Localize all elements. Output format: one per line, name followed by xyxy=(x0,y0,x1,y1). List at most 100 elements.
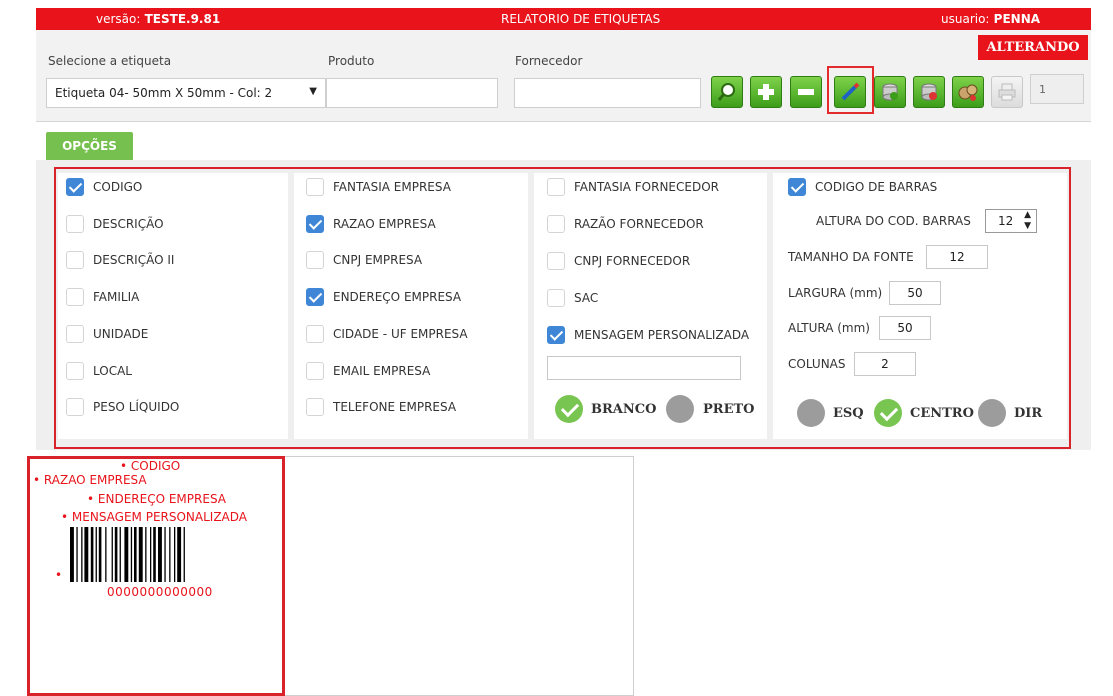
barcode-bar xyxy=(169,527,171,582)
barcode-height-label: ALTURA DO COD. BARRAS xyxy=(816,214,971,228)
custom-message-input[interactable] xyxy=(547,356,741,380)
barcode-bar xyxy=(124,527,129,582)
add-button[interactable] xyxy=(750,76,782,108)
checkbox-label: CNPJ FORNECEDOR xyxy=(574,254,691,268)
height-input[interactable]: 50 xyxy=(879,316,931,340)
checkbox-column1-3[interactable] xyxy=(66,288,84,306)
checkbox-label: EMAIL EMPRESA xyxy=(333,364,431,378)
barcode-height-stepper[interactable]: 12 ▲ ▼ xyxy=(985,209,1037,233)
checkbox-column2-3[interactable] xyxy=(306,288,324,306)
barcode-bar xyxy=(76,527,78,582)
checkbox-column1-4[interactable] xyxy=(66,325,84,343)
checkbox-label: CNPJ EMPRESA xyxy=(333,253,423,267)
checkbox-column2-1[interactable] xyxy=(306,215,324,233)
preview-line-mensagem: • MENSAGEM PERSONALIZADA xyxy=(61,510,248,524)
checkbox-column3-2[interactable] xyxy=(547,252,565,270)
barcode-bar xyxy=(134,527,137,582)
font-size-input[interactable]: 12 xyxy=(926,245,988,269)
remove-icon xyxy=(798,89,814,95)
barcode-bar xyxy=(130,527,133,582)
barcode-bar xyxy=(105,527,107,582)
checkbox-label: SAC xyxy=(574,291,599,305)
add-icon xyxy=(758,84,774,100)
copies-input[interactable]: 1 xyxy=(1030,74,1084,104)
search-icon xyxy=(717,83,735,101)
barcode-bar xyxy=(95,527,97,582)
preview-label-2 xyxy=(285,456,634,696)
checkbox-column1-5[interactable] xyxy=(66,362,84,380)
barcode-bar xyxy=(138,527,143,582)
checkbox-column2-2[interactable] xyxy=(306,251,324,269)
search-button[interactable] xyxy=(711,76,743,108)
checkbox-label: ENDEREÇO EMPRESA xyxy=(333,290,462,304)
tab-options[interactable]: OPÇÕES xyxy=(46,132,133,160)
user-text: usuario: PENNA xyxy=(941,12,1041,26)
align-centro-radio[interactable] xyxy=(874,399,902,427)
remove-button[interactable] xyxy=(790,76,822,108)
barcode-image xyxy=(70,527,185,582)
checkbox-label: TELEFONE EMPRESA xyxy=(333,400,457,414)
checkbox-column2-4[interactable] xyxy=(306,325,324,343)
barcode-bar xyxy=(111,527,113,582)
checkbox-label: CIDADE - UF EMPRESA xyxy=(333,327,468,341)
print-button[interactable] xyxy=(991,76,1023,108)
supplier-label: Fornecedor xyxy=(515,54,583,68)
checkbox-label: CODIGO xyxy=(93,180,143,194)
product-label: Produto xyxy=(328,54,375,68)
checkbox-label: DESCRIÇÃO II xyxy=(93,253,175,267)
barcode-bar xyxy=(158,527,162,582)
checkbox-barcode[interactable] xyxy=(788,178,806,196)
edit-icon xyxy=(841,82,860,101)
width-label: LARGURA (mm) xyxy=(788,286,883,300)
color-branco-label: BRANCO xyxy=(591,402,657,417)
checkbox-label: FANTASIA FORNECEDOR xyxy=(574,180,720,194)
barcode-bar xyxy=(84,527,89,582)
checkbox-column2-0[interactable] xyxy=(306,178,324,196)
database-icon xyxy=(882,83,898,101)
height-label: ALTURA (mm) xyxy=(788,321,870,335)
money-bag-button[interactable] xyxy=(952,76,984,108)
align-centro-label: CENTRO xyxy=(910,406,974,421)
checkbox-column1-0[interactable] xyxy=(66,178,84,196)
database-delete-button[interactable] xyxy=(913,76,945,108)
printer-icon xyxy=(998,83,1016,101)
checkbox-column1-2[interactable] xyxy=(66,251,84,269)
barcode-bar xyxy=(177,527,182,582)
product-input[interactable] xyxy=(326,78,498,108)
columns-label: COLUNAS xyxy=(788,357,846,371)
checkbox-label: DESCRIÇÃO xyxy=(93,217,164,231)
barcode-bar xyxy=(81,527,83,582)
label-select[interactable]: Etiqueta 04- 50mm X 50mm - Col: 2 ▼ xyxy=(46,78,326,108)
align-esq-radio[interactable] xyxy=(797,399,825,427)
chevron-down-icon: ▼ xyxy=(309,86,317,97)
preview-line-razao: • RAZAO EMPRESA xyxy=(33,473,147,487)
checkbox-column3-4[interactable] xyxy=(547,326,565,344)
preview-line-endereco: • ENDEREÇO EMPRESA xyxy=(87,492,226,506)
barcode-bar xyxy=(119,527,121,582)
checkbox-column2-6[interactable] xyxy=(306,398,324,416)
checkbox-column1-1[interactable] xyxy=(66,215,84,233)
align-dir-radio[interactable] xyxy=(978,399,1006,427)
barcode-bar xyxy=(153,527,156,582)
color-branco-radio[interactable] xyxy=(555,395,583,423)
checkbox-column1-6[interactable] xyxy=(66,398,84,416)
checkbox-label: MENSAGEM PERSONALIZADA xyxy=(574,328,750,342)
checkbox-column3-0[interactable] xyxy=(547,178,565,196)
barcode-bar xyxy=(174,527,176,582)
color-preto-radio[interactable] xyxy=(666,395,694,423)
checkbox-column3-3[interactable] xyxy=(547,289,565,307)
align-esq-label: ESQ xyxy=(833,406,864,421)
barcode-bar xyxy=(145,527,147,582)
checkbox-label: FANTASIA EMPRESA xyxy=(333,180,451,194)
preview-line-codigo: • CODIGO xyxy=(120,459,181,473)
columns-input[interactable]: 2 xyxy=(854,352,916,376)
checkbox-label: RAZÃO FORNECEDOR xyxy=(574,217,704,231)
database-button[interactable] xyxy=(874,76,906,108)
width-input[interactable]: 50 xyxy=(889,281,941,305)
supplier-input[interactable] xyxy=(514,78,701,108)
edit-button[interactable] xyxy=(834,76,866,108)
checkbox-column3-1[interactable] xyxy=(547,215,565,233)
stepper-arrows-icon[interactable]: ▲ ▼ xyxy=(1024,210,1031,232)
checkbox-column2-5[interactable] xyxy=(306,362,324,380)
checkbox-label: UNIDADE xyxy=(93,327,149,341)
